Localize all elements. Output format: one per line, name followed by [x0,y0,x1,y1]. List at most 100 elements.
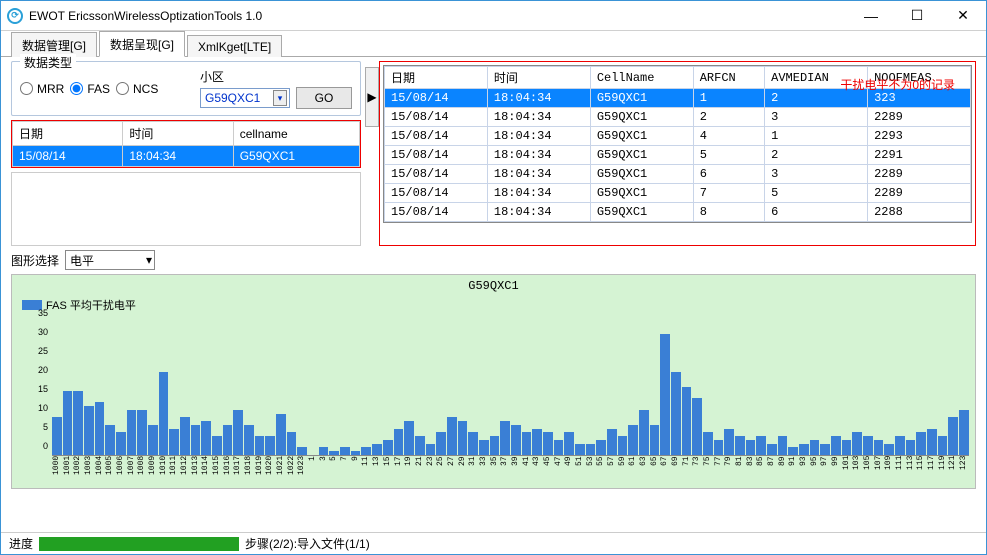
bar[interactable] [329,451,339,455]
bar[interactable] [874,440,884,455]
bar[interactable] [479,440,489,455]
radio-fas[interactable]: FAS [70,82,110,96]
bar[interactable] [95,402,105,455]
table-row[interactable]: 15/08/1418:04:34G59QXC1862288 [385,203,971,222]
bar[interactable] [265,436,275,455]
bar[interactable] [361,447,371,455]
plot-area[interactable] [52,323,969,456]
bar[interactable] [511,425,521,455]
radio-ncs[interactable]: NCS [116,82,158,96]
bar[interactable] [297,447,307,455]
small-table-row[interactable]: 15/08/14 18:04:34 G59QXC1 [13,146,360,167]
bar[interactable] [458,421,468,455]
bar[interactable] [820,444,830,455]
bar[interactable] [618,436,628,455]
bar[interactable] [607,429,617,455]
bar[interactable] [244,425,254,455]
bar[interactable] [714,440,724,455]
bar[interactable] [735,436,745,455]
go-button[interactable]: GO [296,87,352,109]
bar[interactable] [831,436,841,455]
bar[interactable] [596,440,606,455]
bar[interactable] [543,432,553,455]
bar[interactable] [852,432,862,455]
bar[interactable] [372,444,382,455]
th-date[interactable]: 日期 [385,67,488,89]
bar[interactable] [394,429,404,455]
bar[interactable] [233,410,243,455]
small-th-date[interactable]: 日期 [13,122,123,146]
bar[interactable] [703,432,713,455]
expand-button[interactable]: ▶ [365,67,379,127]
table-row[interactable]: 15/08/1418:04:34G59QXC1412293 [385,127,971,146]
bar[interactable] [223,425,233,455]
bar[interactable] [73,391,83,455]
bar[interactable] [628,425,638,455]
maximize-button[interactable]: ☐ [894,1,940,30]
bar[interactable] [426,444,436,455]
bar[interactable] [948,417,958,455]
bar[interactable] [650,425,660,455]
bar[interactable] [682,387,692,455]
bar[interactable] [884,444,894,455]
bar[interactable] [447,417,457,455]
bar[interactable] [895,436,905,455]
bar[interactable] [842,440,852,455]
bar[interactable] [927,429,937,455]
bar[interactable] [404,421,414,455]
bar[interactable] [639,410,649,455]
bar[interactable] [724,429,734,455]
bar[interactable] [522,432,532,455]
small-th-cell[interactable]: cellname [233,122,359,146]
bar[interactable] [340,447,350,455]
bar[interactable] [554,440,564,455]
close-button[interactable]: ✕ [940,1,986,30]
bar[interactable] [660,334,670,455]
bar[interactable] [383,440,393,455]
bar[interactable] [212,436,222,455]
bar[interactable] [169,429,179,455]
minimize-button[interactable]: — [848,1,894,30]
bar[interactable] [916,432,926,455]
bar[interactable] [490,436,500,455]
table-row[interactable]: 15/08/1418:04:34G59QXC1522291 [385,146,971,165]
bar[interactable] [276,414,286,455]
bar[interactable] [959,410,969,455]
bar[interactable] [756,436,766,455]
bar[interactable] [148,425,158,455]
bar[interactable] [810,440,820,455]
small-table[interactable]: 日期 时间 cellname 15/08/14 18:04:34 G59QXC1 [12,121,360,167]
bar[interactable] [105,425,115,455]
bar[interactable] [788,447,798,455]
bar[interactable] [746,440,756,455]
bar[interactable] [415,436,425,455]
bar[interactable] [159,372,169,455]
th-arfcn[interactable]: ARFCN [693,67,764,89]
th-cellname[interactable]: CellName [590,67,693,89]
bar[interactable] [468,432,478,455]
bar[interactable] [938,436,948,455]
bar[interactable] [52,417,62,455]
chart-select-combo[interactable]: 电平 ▾ [65,250,155,270]
bar[interactable] [255,436,265,455]
bar[interactable] [586,444,596,455]
cell-combo[interactable]: G59QXC1 ▾ [200,88,290,108]
tab-xmlkget[interactable]: XmlKget[LTE] [187,35,282,57]
bar[interactable] [671,372,681,455]
th-time[interactable]: 时间 [487,67,590,89]
table-row[interactable]: 15/08/1418:04:34G59QXC1232289 [385,108,971,127]
bar[interactable] [500,421,510,455]
bar[interactable] [906,440,916,455]
table-row[interactable]: 15/08/1418:04:34G59QXC1752289 [385,184,971,203]
bar[interactable] [863,436,873,455]
radio-mrr[interactable]: MRR [20,82,64,96]
bar[interactable] [84,406,94,455]
bar[interactable] [180,417,190,455]
bar[interactable] [137,410,147,455]
table-row[interactable]: 15/08/1418:04:34G59QXC1632289 [385,165,971,184]
bar[interactable] [778,436,788,455]
bar[interactable] [127,410,137,455]
small-th-time[interactable]: 时间 [123,122,233,146]
bar[interactable] [692,398,702,455]
bar[interactable] [319,447,329,455]
